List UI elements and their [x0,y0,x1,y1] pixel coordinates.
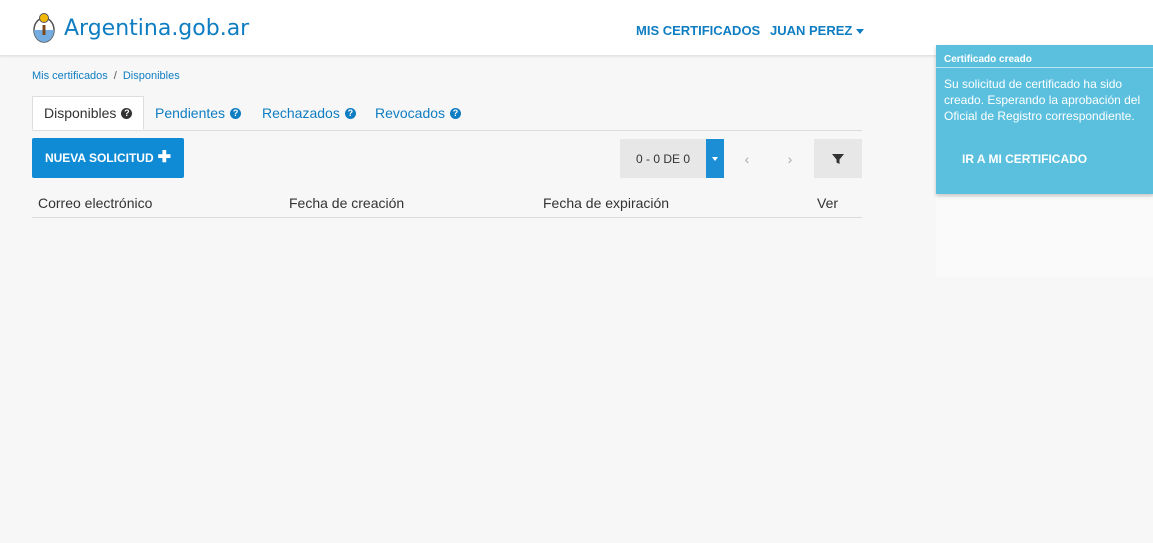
breadcrumb-my-certificates[interactable]: Mis certificados [32,70,108,82]
tab-disponibles[interactable]: Disponibles [32,96,145,130]
caret-down-icon [856,28,865,34]
page-size-dropdown[interactable] [706,139,724,178]
breadcrumb: Mis certificados / Disponibles [32,70,180,82]
tab-label: Pendientes [155,105,226,121]
table-header: Correo electrónico Fecha de creación Fec… [32,186,862,218]
new-request-button[interactable]: NUEVA SOLICITUD ✚ [32,138,184,178]
pagination-count: 0 - 0 DE 0 [620,139,706,178]
tab-rechazados[interactable]: Rechazados [262,96,356,130]
coat-of-arms-icon [33,13,55,43]
user-name: JUAN PEREZ [770,23,853,38]
tab-revocados[interactable]: Revocados [375,96,462,130]
certificate-tabs: Disponibles Pendientes Rechazados Revoca… [32,96,862,131]
help-icon[interactable] [230,107,242,119]
notification-body: Su solicitud de certificado ha sido crea… [944,77,1141,123]
tab-pendientes[interactable]: Pendientes [155,96,242,130]
help-icon[interactable] [344,107,356,119]
breadcrumb-separator: / [113,70,117,82]
column-view: Ver [817,195,839,211]
previous-page-button[interactable]: ‹ [732,139,762,178]
column-created-date[interactable]: Fecha de creación [289,195,404,211]
notification-ghost [936,197,1153,277]
column-expiration-date[interactable]: Fecha de expiración [543,195,669,211]
breadcrumb-current: Disponibles [122,70,180,82]
next-page-button[interactable]: › [775,139,805,178]
site-logo-text: Argentina.gob.ar [64,15,250,41]
notification-divider [936,67,1153,68]
notification-title: Certificado creado [944,54,1032,65]
caret-down-icon [712,156,718,161]
tab-label: Disponibles [44,105,117,121]
user-menu[interactable]: JUAN PEREZ [770,23,865,38]
help-icon[interactable] [121,107,133,119]
column-email[interactable]: Correo electrónico [38,195,152,211]
tab-label: Rechazados [262,105,340,121]
plus-icon: ✚ [157,149,172,166]
tab-label: Revocados [375,105,446,121]
filter-button[interactable] [814,139,862,178]
new-request-label: NUEVA SOLICITUD [44,151,154,165]
filter-icon [832,153,844,164]
nav-my-certificates[interactable]: MIS CERTIFICADOS [636,23,760,38]
site-logo[interactable]: Argentina.gob.ar [32,12,249,44]
go-to-certificate-link[interactable]: IR A MI CERTIFICADO [962,152,1087,166]
notification-toast: Certificado creado Su solicitud de certi… [936,45,1153,194]
help-icon[interactable] [450,107,462,119]
